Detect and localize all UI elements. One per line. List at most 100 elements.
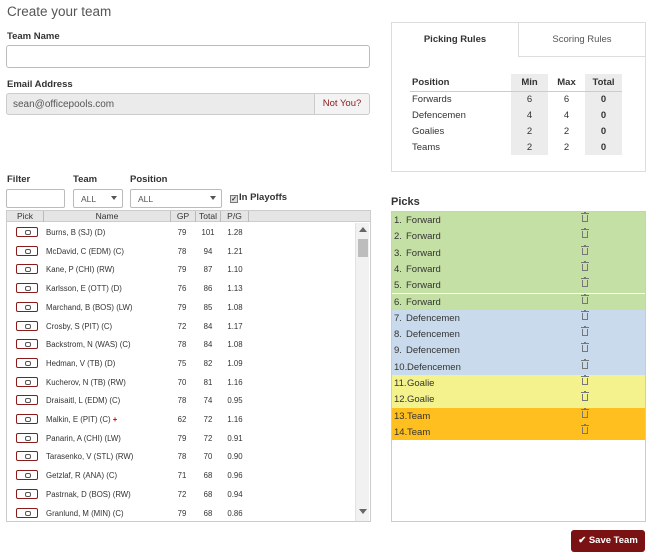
trash-icon[interactable] (581, 391, 589, 402)
player-name-text: Draisaitl, L (EDM) (C) (46, 396, 121, 406)
player-name: Burns, B (SJ) (D) (46, 228, 105, 237)
pick-slot: 12. Goalie (392, 391, 645, 408)
rules-row: Goalies 2 2 0 (410, 123, 622, 139)
trash-icon[interactable] (581, 244, 589, 255)
pick-player-button[interactable] (16, 283, 38, 294)
player-gp: 78 (177, 452, 187, 462)
scrollbar-thumb[interactable] (358, 239, 368, 257)
player-ppg: 1.16 (227, 377, 243, 387)
team-select-value: ALL (81, 194, 97, 204)
position-select[interactable]: ALL (130, 189, 222, 208)
scrollbar[interactable] (355, 223, 369, 521)
player-total: 68 (203, 471, 213, 481)
player-ppg: 0.90 (227, 452, 243, 462)
player-row: Burns, B (SJ) (D) 79 101 1.28 (7, 223, 355, 242)
player-name-text: Malkin, E (PIT) (C) (46, 415, 111, 424)
trash-icon[interactable] (581, 375, 589, 385)
trash-icon[interactable] (581, 423, 589, 434)
player-name-text: Pastrnak, D (BOS) (RW) (46, 489, 131, 499)
player-name: Backstrom, N (WAS) (C) (46, 340, 131, 349)
pick-player-button[interactable] (16, 376, 38, 387)
pick-player-button[interactable] (16, 470, 38, 481)
rules-position: Teams (412, 141, 440, 153)
pick-player-button[interactable] (16, 357, 38, 368)
player-ppg: 1.08 (227, 302, 243, 312)
header-total[interactable]: Total (196, 211, 221, 222)
rules-min: 2 (511, 139, 548, 155)
save-team-button[interactable]: ✔ Save Team (571, 530, 645, 552)
trash-icon[interactable] (581, 309, 589, 320)
pick-player-button[interactable] (16, 301, 38, 312)
trash-icon[interactable] (581, 260, 589, 271)
pick-slot-number: 14. (394, 426, 408, 438)
tab-scoring-rules[interactable]: Scoring Rules (519, 23, 645, 57)
player-ppg: 1.16 (227, 415, 243, 424)
pick-player-button[interactable] (16, 227, 38, 237)
trash-icon[interactable] (581, 342, 589, 353)
pick-slot-label: Defencemen (406, 312, 460, 324)
player-ppg: 1.09 (227, 358, 243, 368)
not-you-button[interactable]: Not You? (314, 93, 370, 115)
pick-player-button[interactable] (16, 339, 38, 350)
team-select[interactable]: ALL (73, 189, 123, 208)
chevron-down-icon (210, 196, 216, 200)
pick-slot-number: 13. (394, 410, 408, 422)
trash-icon[interactable] (581, 277, 589, 288)
pick-slot-label: Forward (406, 280, 441, 292)
rules-max: 6 (563, 93, 570, 105)
team-name-input[interactable] (6, 45, 370, 68)
scroll-down-icon[interactable] (359, 509, 367, 514)
pick-slot-number: 8. (394, 329, 402, 341)
checkbox-check-icon[interactable]: ✓ (230, 195, 238, 203)
pick-slot-number: 4. (394, 263, 402, 275)
in-playoffs-checkbox[interactable]: ✓ In Playoffs (230, 192, 287, 203)
pick-player-button[interactable] (16, 320, 38, 331)
pick-player-button[interactable] (16, 432, 38, 443)
pick-player-button[interactable] (16, 451, 38, 462)
player-name: Malkin, E (PIT) (C) + (46, 415, 117, 424)
rules-gap (492, 123, 511, 139)
trash-icon[interactable] (581, 407, 589, 418)
player-ppg: 1.28 (227, 228, 243, 237)
pick-player-button[interactable] (16, 245, 38, 256)
trash-icon[interactable] (581, 293, 589, 304)
filter-input[interactable] (6, 189, 65, 208)
player-name: Panarin, A (CHI) (LW) (46, 434, 121, 443)
player-gp: 70 (177, 377, 187, 387)
rules-total: 0 (585, 107, 622, 123)
pick-player-button[interactable] (16, 414, 38, 424)
header-name[interactable]: Name (44, 211, 171, 222)
pick-player-button[interactable] (16, 507, 38, 518)
rules-min: 2 (511, 123, 548, 139)
pick-slot: 6. Forward (392, 293, 645, 310)
player-gp: 79 (177, 508, 187, 518)
player-ppg: 0.91 (227, 433, 243, 443)
pick-slot-label: Defencemen (407, 361, 461, 373)
trash-icon[interactable] (581, 228, 589, 239)
rules-position: Defencemen (412, 109, 466, 121)
position-filter-label: Position (130, 174, 168, 185)
pick-slot-number: 10. (394, 361, 408, 373)
player-row: Backstrom, N (WAS) (C) 78 84 1.08 (7, 335, 355, 354)
player-name-text: Hedman, V (TB) (D) (46, 358, 116, 368)
player-gp: 79 (177, 433, 187, 443)
player-name-text: Backstrom, N (WAS) (C) (46, 340, 131, 350)
pick-slot: 9. Defencemen (392, 342, 645, 359)
pick-player-button[interactable] (16, 264, 38, 275)
rules-position: Goalies (412, 125, 445, 137)
pick-slot-number: 6. (394, 296, 402, 308)
player-ppg: 0.94 (227, 489, 243, 499)
player-total: 81 (203, 377, 213, 387)
header-ppg[interactable]: P/G (221, 211, 249, 222)
scroll-up-icon[interactable] (359, 227, 367, 232)
trash-icon[interactable] (581, 326, 589, 337)
rules-gap (492, 107, 511, 123)
tab-picking-rules[interactable]: Picking Rules (392, 23, 519, 57)
rules-row: Defencemen 4 4 0 (410, 107, 622, 123)
trash-icon[interactable] (581, 358, 589, 369)
pick-slot-number: 1. (394, 215, 402, 226)
trash-icon[interactable] (581, 212, 589, 222)
pick-player-button[interactable] (16, 488, 38, 499)
pick-player-button[interactable] (16, 395, 38, 406)
header-gp[interactable]: GP (171, 211, 196, 222)
